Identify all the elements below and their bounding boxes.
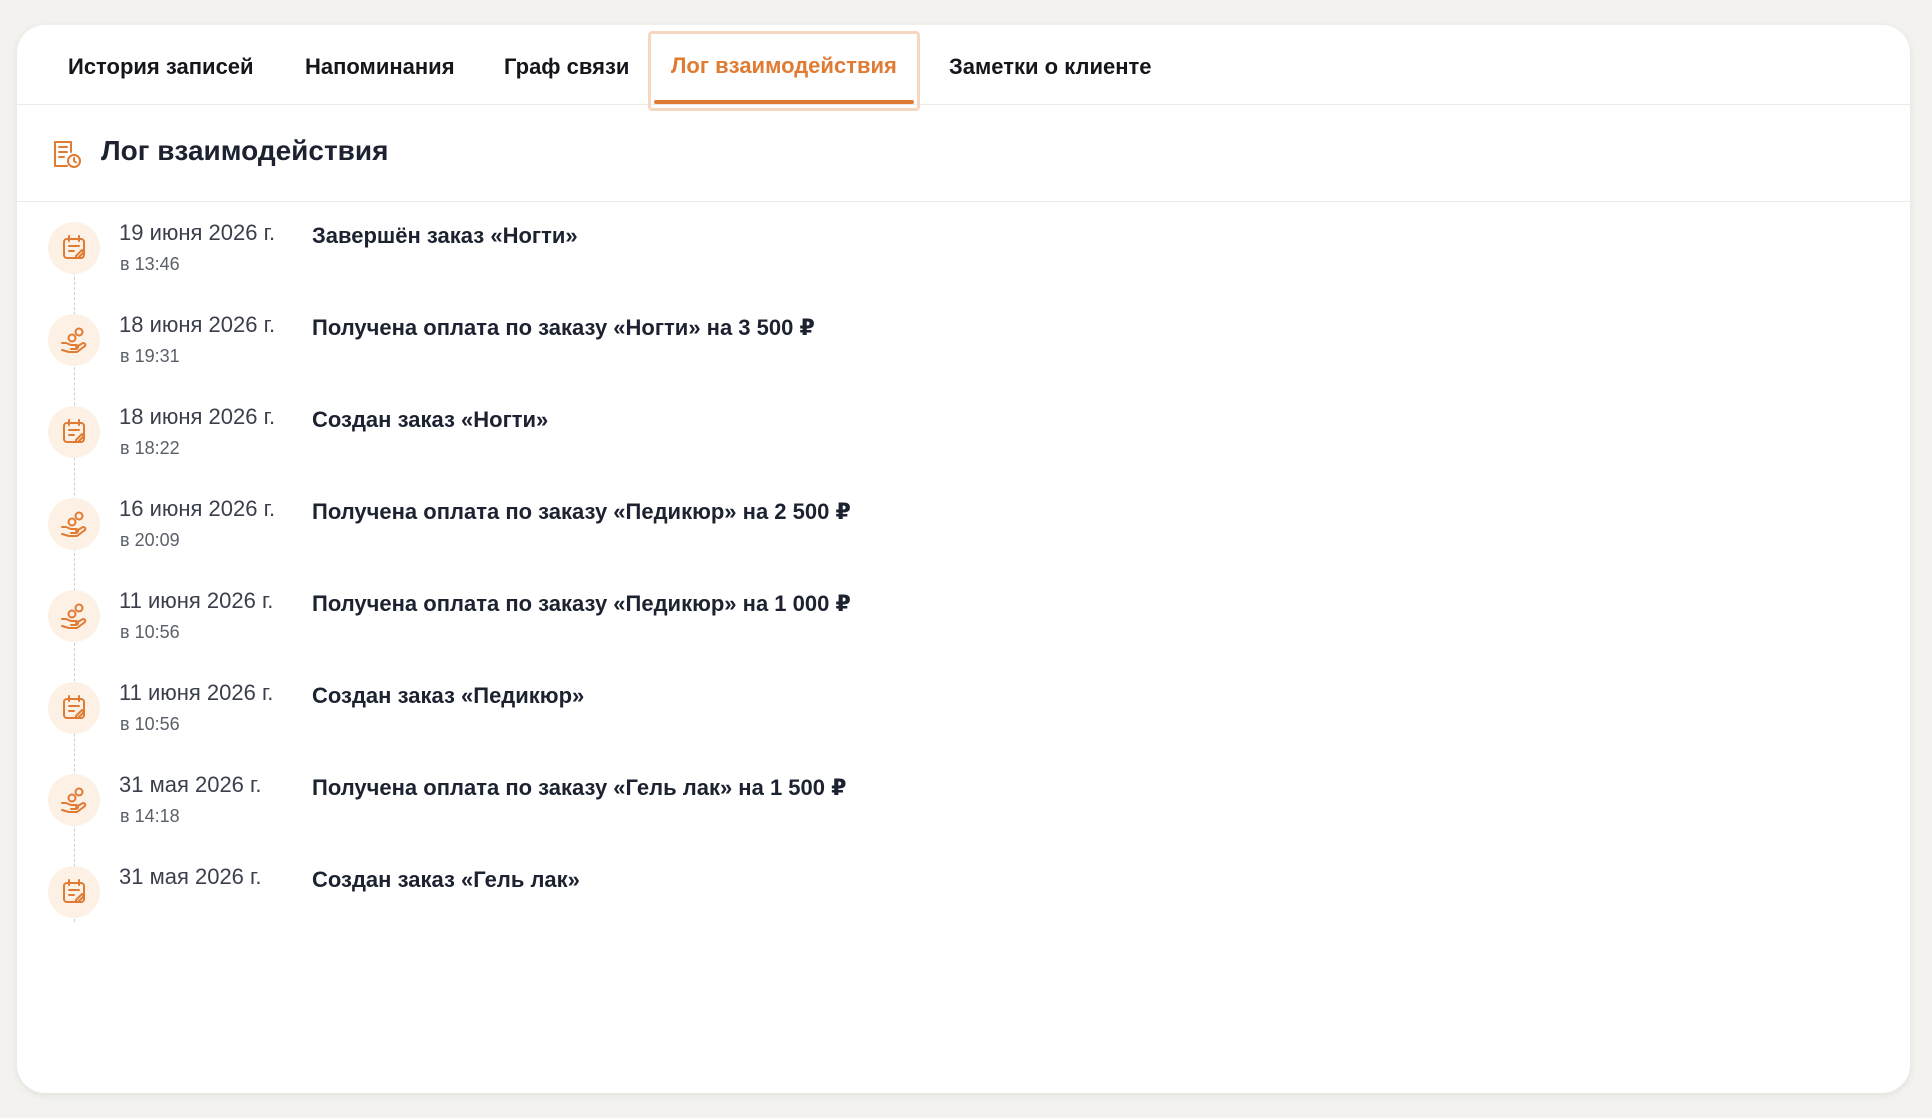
entry-time: в 10:56 bbox=[120, 622, 180, 642]
timeline-entry: 31 мая 2026 г. Создан заказ «Гель лак» bbox=[17, 846, 1910, 924]
tab-interaction-log[interactable]: Лог взаимодействия bbox=[648, 31, 920, 111]
entry-date: 31 мая 2026 г. bbox=[119, 772, 262, 797]
entry-description: Получена оплата по заказу «Гель лак» на … bbox=[312, 775, 847, 800]
entry-date: 19 июня 2026 г. bbox=[119, 220, 276, 245]
timeline-entry: 18 июня 2026 г. в 18:22 Создан заказ «Ногт… bbox=[17, 386, 1910, 478]
order-icon bbox=[48, 682, 100, 734]
tab-reminders[interactable]: Напоминания bbox=[305, 25, 455, 104]
payment-icon bbox=[48, 774, 100, 826]
interaction-timeline: 19 июня 2026 г. в 13:46 Завершён заказ «Но… bbox=[17, 202, 1910, 924]
entry-time: в 14:18 bbox=[120, 806, 180, 826]
payment-icon bbox=[48, 498, 100, 550]
entry-description: Завершён заказ «Ногти» bbox=[312, 223, 578, 248]
entry-time: в 20:09 bbox=[120, 530, 180, 550]
entry-description: Создан заказ «Педикюр» bbox=[312, 683, 585, 708]
tab-history[interactable]: История записей bbox=[68, 25, 254, 104]
order-icon bbox=[48, 222, 100, 274]
section-header: Лог взаимодействия bbox=[17, 105, 1910, 202]
entry-time: в 10:56 bbox=[120, 714, 180, 734]
timeline-entry: 11 июня 2026 г. в 10:56 Получена оплата по… bbox=[17, 570, 1910, 662]
tab-bar: История записей Напоминания Граф связи Л… bbox=[17, 25, 1910, 111]
entry-date: 11 июня 2026 г. bbox=[119, 680, 274, 705]
timeline-entry: 11 июня 2026 г. в 10:56 Создан заказ «Педи… bbox=[17, 662, 1910, 754]
entry-date: 18 июня 2026 г. bbox=[119, 404, 276, 429]
order-icon bbox=[48, 406, 100, 458]
log-document-clock-icon bbox=[54, 141, 81, 168]
entry-description: Получена оплата по заказу «Педикюр» на 1… bbox=[312, 591, 851, 616]
timeline-entry: 19 июня 2026 г. в 13:46 Завершён заказ «Но… bbox=[17, 202, 1910, 294]
entry-date: 18 июня 2026 г. bbox=[119, 312, 276, 337]
entry-date: 11 июня 2026 г. bbox=[119, 588, 274, 613]
tab-client-notes[interactable]: Заметки о клиенте bbox=[949, 25, 1152, 104]
timeline-entry: 16 июня 2026 г. в 20:09 Получена оплата по… bbox=[17, 478, 1910, 570]
client-card: История записей Напоминания Граф связи Л… bbox=[17, 25, 1910, 1093]
tab-relation-graph[interactable]: Граф связи bbox=[504, 25, 629, 104]
order-icon bbox=[48, 866, 100, 918]
timeline-entry: 18 июня 2026 г. в 19:31 Получена оплата по… bbox=[17, 294, 1910, 386]
entry-time: в 18:22 bbox=[120, 438, 180, 458]
entry-time: в 19:31 bbox=[120, 346, 180, 366]
timeline-entry: 31 мая 2026 г. в 14:18 Получена оплата по … bbox=[17, 754, 1910, 846]
entry-description: Создан заказ «Гель лак» bbox=[312, 867, 580, 892]
entry-description: Получена оплата по заказу «Ногти» на 3 5… bbox=[312, 315, 815, 340]
entry-date: 16 июня 2026 г. bbox=[119, 496, 276, 521]
entry-date: 31 мая 2026 г. bbox=[119, 864, 262, 889]
payment-icon bbox=[48, 590, 100, 642]
entry-time: в 13:46 bbox=[120, 254, 180, 274]
entry-description: Создан заказ «Ногти» bbox=[312, 407, 549, 432]
section-title: Лог взаимодействия bbox=[101, 135, 389, 166]
entry-description: Получена оплата по заказу «Педикюр» на 2… bbox=[312, 499, 851, 524]
payment-icon bbox=[48, 314, 100, 366]
